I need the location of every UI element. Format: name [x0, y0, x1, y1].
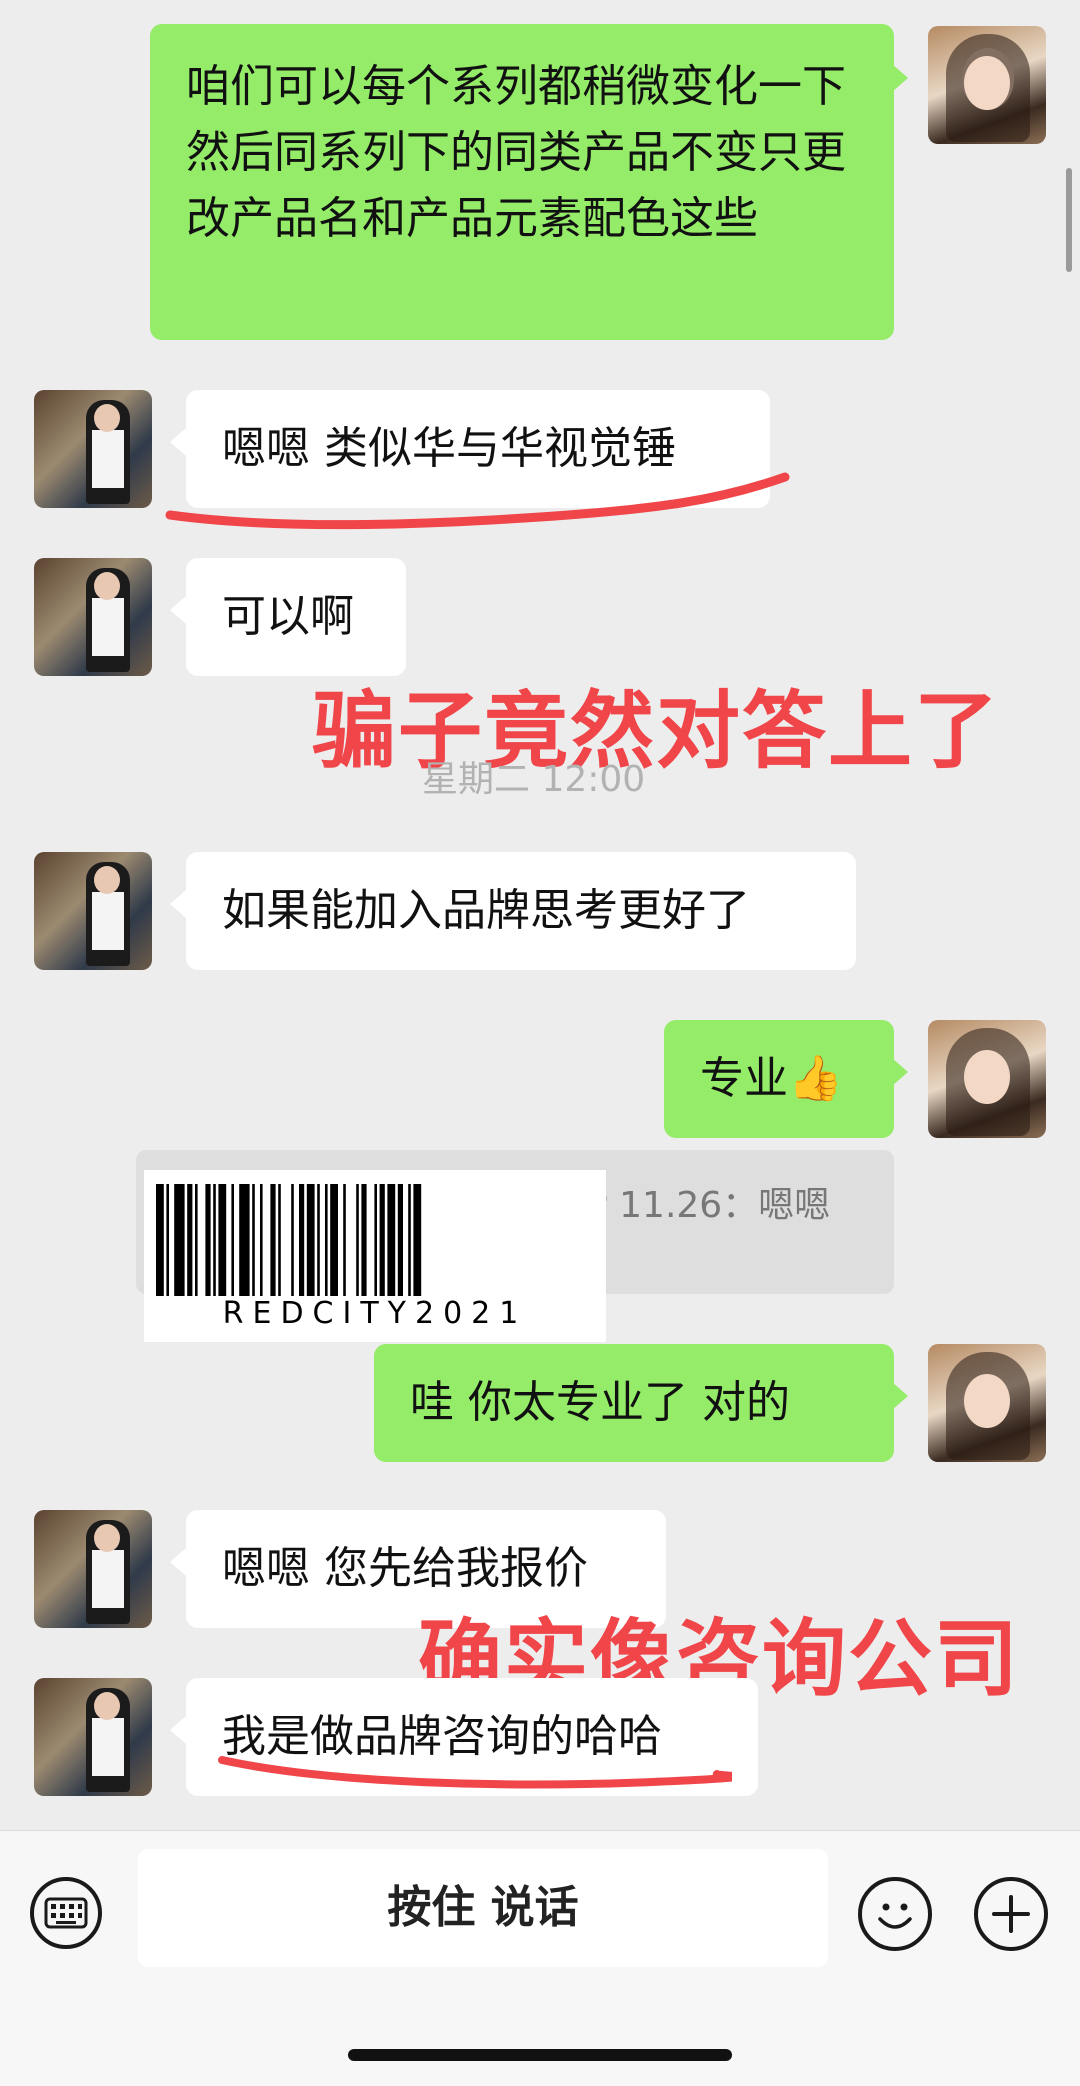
barcode-bar: [397, 1184, 403, 1296]
barcode-bar: [330, 1184, 338, 1296]
avatar-face: [94, 572, 120, 600]
barcode-bar: [156, 1184, 164, 1296]
barcode-bar: [231, 1184, 234, 1296]
bubble-tail: [170, 1716, 186, 1744]
message-text: 如果能加入品牌思考更好了: [222, 885, 750, 936]
barcode-bar: [299, 1184, 305, 1296]
avatar-face: [94, 404, 120, 432]
avatar-face: [964, 1050, 1010, 1104]
bubble-tail: [170, 596, 186, 624]
message-bubble-contact[interactable]: 可以啊: [186, 558, 406, 676]
message-text: 哇 你太专业了 对的: [410, 1377, 790, 1428]
avatar-shirt: [92, 430, 124, 488]
message-bubble-contact[interactable]: 如果能加入品牌思考更好了: [186, 852, 856, 970]
plus-button[interactable]: [974, 1877, 1048, 1951]
barcode-bar: [260, 1184, 263, 1296]
avatar-face: [94, 1692, 120, 1720]
barcode-bar: [387, 1184, 396, 1296]
bubble-tail: [892, 1382, 908, 1410]
keyboard-icon: [44, 1897, 88, 1929]
barcode-bar: [306, 1184, 315, 1296]
bubble-tail: [892, 64, 908, 92]
barcode-bar: [325, 1184, 328, 1296]
avatar-self[interactable]: [928, 1344, 1046, 1462]
bubble-tail: [170, 1548, 186, 1576]
barcode-icon: [156, 1184, 422, 1296]
avatar-self[interactable]: [928, 1020, 1046, 1138]
barcode-bar: [239, 1184, 250, 1296]
avatar-shirt: [92, 1718, 124, 1776]
scrollbar[interactable]: [1066, 168, 1072, 272]
message-text: 咱们可以每个系列都稍微变化一下 然后同系列下的同类产品不变只更改产品名和产品元素…: [186, 61, 846, 244]
barcode-bar: [213, 1184, 216, 1296]
message-text: 嗯嗯 您先给我报价: [222, 1543, 588, 1594]
bubble-tail: [170, 428, 186, 456]
barcode-bar: [374, 1184, 377, 1296]
barcode-bar: [278, 1184, 281, 1296]
barcode-bar: [408, 1184, 411, 1296]
quoted-message-text: P 11.26：嗯嗯: [586, 1185, 831, 1226]
avatar-contact[interactable]: [34, 558, 152, 676]
bubble-tail: [170, 890, 186, 918]
keyboard-button[interactable]: [30, 1877, 102, 1949]
avatar-face: [94, 1524, 120, 1552]
barcode-bar: [187, 1184, 193, 1296]
barcode-bar: [218, 1184, 227, 1296]
barcode-bar: [291, 1184, 294, 1296]
avatar-contact[interactable]: [34, 1678, 152, 1796]
barcode-bar: [270, 1184, 276, 1296]
barcode-bar: [252, 1184, 255, 1296]
barcode-bar: [413, 1184, 422, 1296]
avatar-shirt: [92, 598, 124, 656]
avatar-contact[interactable]: [34, 1510, 152, 1628]
message-bubble-self[interactable]: 咱们可以每个系列都稍微变化一下 然后同系列下的同类产品不变只更改产品名和产品元素…: [150, 24, 894, 340]
avatar-face-front: [964, 56, 1010, 110]
hold-to-talk-button[interactable]: 按住 说话: [138, 1849, 828, 1967]
timestamp: 星期二 12:00: [422, 759, 646, 800]
avatar-contact[interactable]: [34, 852, 152, 970]
barcode-bar: [317, 1184, 320, 1296]
hold-to-talk-label: 按住 说话: [387, 1882, 579, 1933]
red-underline-annotation: [165, 472, 790, 530]
barcode-bar: [343, 1184, 346, 1296]
emoji-icon: [878, 1903, 912, 1929]
message-text: 可以啊: [222, 591, 354, 642]
input-bar: 按住 说话: [0, 1830, 1080, 2086]
barcode-bar: [361, 1184, 367, 1296]
barcode-bar: [205, 1184, 211, 1296]
bubble-tail: [892, 1058, 908, 1086]
avatar-shirt: [92, 1550, 124, 1608]
barcode-bar: [174, 1184, 185, 1296]
message-text: 专业👍: [700, 1053, 843, 1104]
avatar-contact[interactable]: [34, 390, 152, 508]
barcode-bar: [379, 1184, 385, 1296]
red-underline-annotation: [218, 1756, 732, 1789]
barcode-bar: [166, 1184, 169, 1296]
message-bubble-self[interactable]: 专业👍: [664, 1020, 894, 1138]
emoji-button[interactable]: [858, 1877, 932, 1951]
home-indicator: [348, 2049, 732, 2061]
message-bubble-self[interactable]: 哇 你太专业了 对的: [374, 1344, 894, 1462]
avatar-face: [94, 866, 120, 894]
avatar-shirt: [92, 892, 124, 950]
plus-icon: [992, 1895, 1030, 1933]
barcode-bar: [195, 1184, 198, 1296]
barcode-watermark: REDCITY2021: [144, 1170, 606, 1342]
avatar-face: [964, 1374, 1010, 1428]
watermark-text: REDCITY2021: [222, 1296, 528, 1331]
annotation-caption: 骗子竟然对答上了: [312, 682, 1001, 780]
barcode-bar: [356, 1184, 359, 1296]
avatar-self[interactable]: [928, 26, 1046, 144]
